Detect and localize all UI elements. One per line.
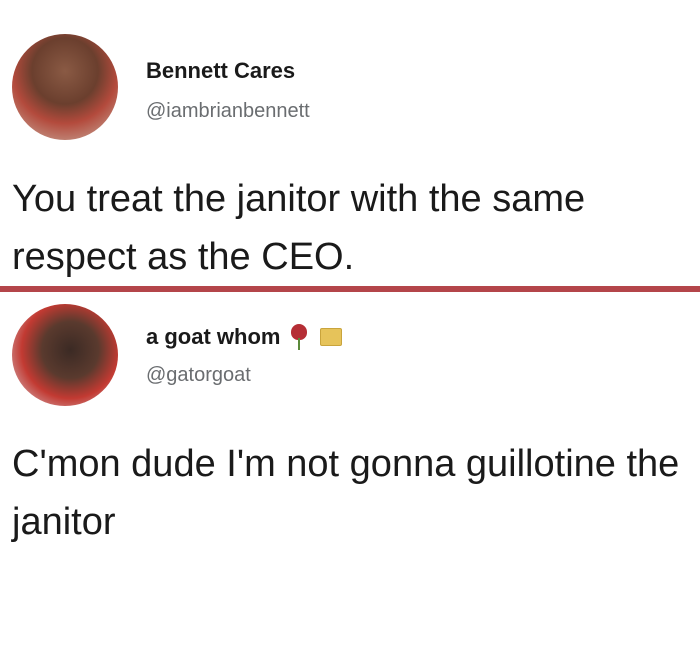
avatar[interactable]	[12, 34, 118, 140]
user-handle[interactable]: @gatorgoat	[146, 364, 251, 387]
avatar[interactable]	[12, 304, 118, 406]
display-name[interactable]: Bennett Cares	[146, 58, 295, 84]
display-name-row[interactable]: a goat whom	[146, 324, 343, 350]
user-handle[interactable]: @iambrianbennett	[146, 100, 310, 123]
tweet-original: Bennett Cares @iambrianbennett You treat…	[0, 0, 700, 286]
tweet-reply: a goat whom @gatorgoat C'mon dude I'm no…	[0, 292, 700, 653]
rose-icon	[290, 324, 308, 350]
tweet-text: C'mon dude I'm not gonna guillotine the …	[12, 443, 680, 543]
tweet-text: You treat the janitor with the same resp…	[12, 178, 586, 278]
display-name: a goat whom	[146, 324, 281, 349]
envelope-icon	[320, 328, 343, 346]
